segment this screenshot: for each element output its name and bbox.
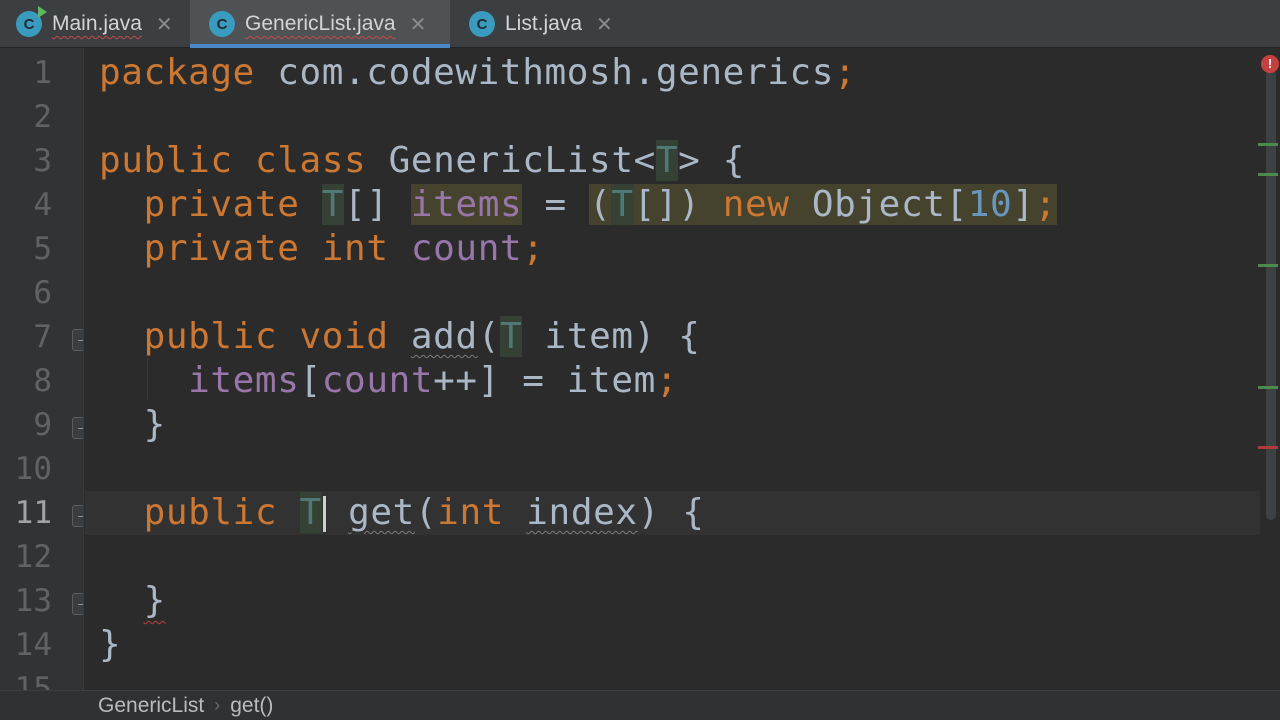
- change-marker[interactable]: [1258, 173, 1278, 176]
- breadcrumb-method[interactable]: get(): [230, 694, 273, 718]
- scrollbar-thumb[interactable]: [1266, 70, 1276, 520]
- line-number: 10: [14, 451, 52, 487]
- code-line-13: }: [143, 580, 166, 621]
- code-editor[interactable]: package com.codewithmosh.generics; publi…: [85, 48, 1260, 690]
- code-line-3: public class GenericList<T> {: [99, 140, 745, 181]
- java-class-run-icon: C: [16, 6, 47, 37]
- code-line-8: items[count++] = item;: [188, 360, 679, 401]
- fold-collapse-icon[interactable]: [72, 505, 83, 527]
- editor-tab-bar: C Main.java ✕ C GenericList.java ✕ C Lis…: [0, 0, 1280, 48]
- line-number: 13: [14, 583, 52, 619]
- line-number: 4: [33, 187, 52, 223]
- close-icon[interactable]: ✕: [596, 12, 613, 37]
- change-marker[interactable]: [1258, 143, 1278, 146]
- line-number: 7: [33, 319, 52, 355]
- code-line-4: private T[] items = (T[]) new Object[10]…: [143, 184, 1057, 225]
- line-number: 3: [33, 143, 52, 179]
- line-number: 8: [33, 363, 52, 399]
- code-line-5: private int count;: [143, 228, 545, 269]
- tab-label: GenericList.java: [245, 12, 396, 35]
- code-line-14: }: [99, 624, 122, 665]
- tab-main-java[interactable]: C Main.java ✕: [0, 0, 190, 48]
- fold-collapse-icon[interactable]: [72, 329, 83, 351]
- line-number: 5: [33, 231, 52, 267]
- error-marker[interactable]: [1258, 446, 1278, 449]
- error-status-icon[interactable]: !: [1261, 55, 1279, 73]
- code-line-9: }: [143, 404, 166, 445]
- breadcrumb-class[interactable]: GenericList: [98, 694, 204, 718]
- tab-list-java[interactable]: C List.java ✕: [450, 0, 630, 48]
- code-line-11: public T get(int index) {: [143, 492, 705, 533]
- java-class-icon: C: [209, 11, 235, 37]
- close-icon[interactable]: ✕: [156, 12, 173, 37]
- line-number: 11: [14, 495, 52, 531]
- tab-genericlist-java[interactable]: C GenericList.java ✕: [190, 0, 450, 48]
- line-number: 14: [14, 627, 52, 663]
- line-number: 1: [33, 55, 52, 91]
- line-number: 15: [14, 671, 52, 690]
- close-icon[interactable]: ✕: [410, 12, 427, 37]
- line-number: 6: [33, 275, 52, 311]
- tab-label: Main.java: [52, 12, 142, 35]
- code-line-7: public void add(T item) {: [143, 316, 701, 357]
- change-marker[interactable]: [1258, 386, 1278, 389]
- fold-end-icon[interactable]: [72, 417, 83, 439]
- tab-label: List.java: [505, 12, 583, 35]
- java-class-icon: C: [469, 11, 495, 37]
- code-line-1: package com.codewithmosh.generics;: [99, 52, 857, 93]
- line-number: 12: [14, 539, 52, 575]
- fold-end-icon[interactable]: [72, 593, 83, 615]
- breadcrumb: GenericList › get(): [0, 690, 1280, 720]
- breadcrumb-separator: ›: [214, 695, 221, 715]
- run-badge-icon: [38, 6, 47, 18]
- line-number: 2: [33, 99, 52, 135]
- line-number: 9: [33, 407, 52, 443]
- change-marker[interactable]: [1258, 264, 1278, 267]
- line-number-gutter[interactable]: 1 2 3 4 5 6 7 8 9 10 11 12 13 14 15: [0, 48, 84, 690]
